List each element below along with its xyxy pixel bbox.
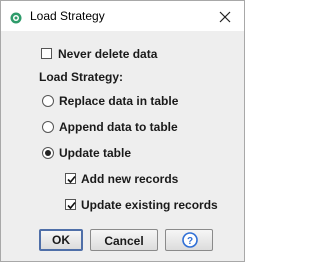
never-delete-label: Never delete data xyxy=(58,47,158,61)
never-delete-checkbox[interactable] xyxy=(41,48,52,59)
close-button[interactable] xyxy=(215,7,235,27)
title-bar: Load Strategy xyxy=(1,1,244,31)
update-existing-records-checkbox[interactable] xyxy=(65,199,76,210)
app-logo-icon xyxy=(10,11,22,24)
update-radio[interactable] xyxy=(42,147,54,159)
replace-radio[interactable] xyxy=(42,95,54,107)
update-existing-records-label: Update existing records xyxy=(81,198,218,212)
help-button[interactable]: ? xyxy=(165,229,213,251)
help-icon: ? xyxy=(182,232,198,248)
window-title: Load Strategy xyxy=(30,9,105,23)
append-label: Append data to table xyxy=(59,120,178,134)
cancel-button[interactable]: Cancel xyxy=(90,229,158,251)
load-strategy-dialog: Load Strategy Never delete data Load Str… xyxy=(0,0,245,262)
add-new-records-label: Add new records xyxy=(81,172,179,186)
ok-button[interactable]: OK xyxy=(39,229,83,251)
add-new-records-checkbox[interactable] xyxy=(65,173,76,184)
replace-label: Replace data in table xyxy=(59,94,179,108)
close-icon xyxy=(219,11,231,23)
checkmark-icon xyxy=(67,201,76,210)
strategy-heading: Load Strategy: xyxy=(39,70,124,84)
radio-selected-dot xyxy=(45,150,51,156)
update-label: Update table xyxy=(59,146,132,160)
dialog-content: Never delete data Load Strategy: Replace… xyxy=(1,31,244,261)
append-radio[interactable] xyxy=(42,121,54,133)
svg-text:?: ? xyxy=(187,236,193,247)
checkmark-icon xyxy=(67,175,76,184)
